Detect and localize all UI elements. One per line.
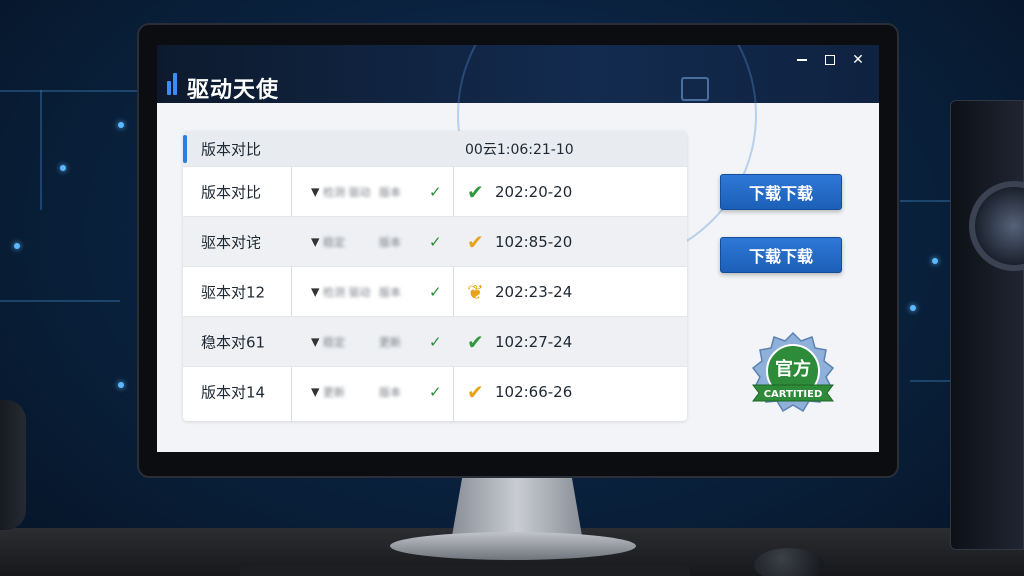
app-window: 驱动天使 ✕ 版本对比 00云1:06:21-10 版本对比 ▼ 检测 驱动 版… [157,45,879,452]
badge-title: 官方 [775,358,811,380]
blurred-text: 版本 [379,386,401,399]
driver-name: 稳本对61 [201,333,266,351]
driver-version: 102:85-20 [495,232,573,251]
chevron-down-icon[interactable]: ▼ [311,235,319,248]
minimize-button[interactable] [791,51,813,69]
download-button[interactable]: 下载下载 [720,174,842,210]
chevron-down-icon[interactable]: ▼ [311,335,319,348]
driver-name: 版本对比 [201,183,262,201]
minimize-icon [797,59,807,61]
maximize-icon [825,55,835,65]
table-row[interactable]: 版本对14 ▼ 更新 版本 ✓ ✔ 102:66-26 [183,367,687,417]
fan-icon [969,181,1024,271]
header-name: 版本对比 [201,140,262,158]
header-value: 00云1:06:21-10 [465,141,574,158]
table-row[interactable]: 驱本对12 ▼ 检测 驱动 版本 ✓ ❦ 202:23-24 [183,267,687,317]
blurred-text: 版本 [379,285,401,299]
table-row[interactable]: 稳本对61 ▼ 稳定 更新 ✓ ✔ 102:27-24 [183,317,687,367]
blurred-text: 检测 驱动 [323,185,371,199]
driver-version: 202:20-20 [495,182,573,201]
certified-badge: 官方 CARTITIED [751,331,835,413]
app-logo-icon [167,73,179,95]
blurred-text: 版本 [379,235,401,249]
check-icon: ✓ [429,383,442,401]
heart-check-icon: ❦ [467,279,484,304]
close-button[interactable]: ✕ [847,51,869,69]
check-icon: ✓ [429,282,442,301]
blurred-text: 检测 驱动 [323,285,371,299]
title-bar: 驱动天使 ✕ [157,45,879,265]
blurred-text: 更新 [379,335,401,349]
header-accent [183,135,187,163]
app-title: 驱动天使 [187,78,280,103]
blurred-text: 版本 [379,185,401,199]
driver-version: 202:23-24 [495,282,573,301]
check-icon: ✔ [467,179,484,204]
monitor-base [390,532,636,560]
chevron-down-icon[interactable]: ▼ [311,285,319,298]
driver-version: 102:66-26 [495,383,573,401]
mouse [754,548,824,576]
badge-ribbon-text: CARTITIED [764,389,823,400]
maximize-button[interactable] [819,51,841,69]
table-row[interactable]: 版本对比 ▼ 检测 驱动 版本 ✓ ✔ 202:20-20 [183,167,687,217]
monitor-stand [452,476,582,536]
keyboard [240,566,690,576]
table-row[interactable]: 驱本对诧 ▼ 稳定 版本 ✓ ✔ 102:85-20 [183,217,687,267]
speaker [0,400,26,530]
chevron-down-icon[interactable]: ▼ [311,185,319,198]
check-icon: ✔ [467,380,484,404]
blurred-text: 更新 [323,386,345,399]
driver-version: 102:27-24 [495,332,573,351]
chevron-down-icon[interactable]: ▼ [311,386,319,399]
driver-name: 版本对14 [201,383,266,402]
driver-name: 驱本对12 [201,283,266,301]
driver-table: 版本对比 00云1:06:21-10 版本对比 ▼ 检测 驱动 版本 ✓ ✔ 2… [183,131,687,421]
chip-icon [681,77,709,101]
table-header: 版本对比 00云1:06:21-10 [183,131,687,167]
blurred-text: 稳定 [323,235,345,249]
download-button[interactable]: 下载下载 [720,237,842,273]
driver-name: 驱本对诧 [201,233,262,251]
window-controls: ✕ [791,51,869,69]
blurred-text: 稳定 [323,335,345,349]
check-icon: ✓ [429,182,442,201]
check-icon: ✔ [467,329,484,354]
check-icon: ✓ [429,232,442,251]
check-icon: ✓ [429,332,442,351]
check-icon: ✔ [467,229,484,254]
pc-tower [950,100,1024,550]
